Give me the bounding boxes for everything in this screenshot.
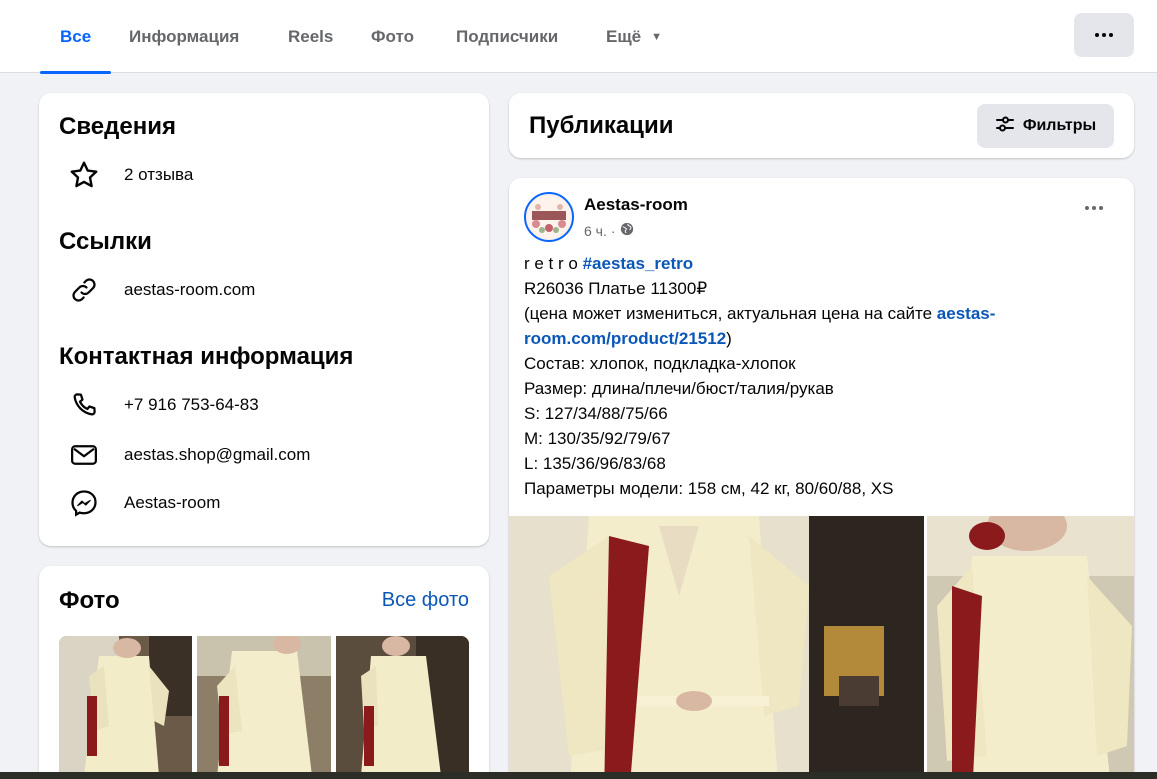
email-row[interactable]: aestas.shop@gmail.com xyxy=(67,437,310,473)
all-photos-link[interactable]: Все фото xyxy=(382,589,469,612)
email-link[interactable]: aestas.shop@gmail.com xyxy=(124,445,310,465)
mail-icon xyxy=(67,438,101,472)
post-text: r e t r o #aestas_retro R26036 Платье 11… xyxy=(524,251,1044,501)
post-line: S: 127/34/88/75/66 xyxy=(524,404,668,423)
post-line: room.com/product/21512) xyxy=(524,326,1044,351)
hashtag-link[interactable]: #aestas_retro xyxy=(583,254,694,273)
post-text-prefix: r e t r o xyxy=(524,254,583,273)
post-line: L: 135/36/96/83/68 xyxy=(524,454,666,473)
tab-label: Фото xyxy=(371,26,414,46)
ellipsis-icon xyxy=(1085,206,1103,210)
messenger-text: Aestas-room xyxy=(124,493,221,512)
post-line-text: ) xyxy=(726,329,732,348)
post-author[interactable]: Aestas-room xyxy=(584,195,688,215)
tab-followers[interactable]: Подписчики xyxy=(456,0,558,73)
tab-photos[interactable]: Фото xyxy=(371,0,414,73)
post-card: Aestas-room 6 ч. · r e t r o #aestas_ret… xyxy=(509,178,1134,779)
filters-label: Фильтры xyxy=(1022,117,1097,134)
phone-icon xyxy=(67,388,101,422)
caret-down-icon: ▼ xyxy=(651,30,663,43)
post-line: Параметры модели: 158 см, 42 кг, 80/60/8… xyxy=(524,479,894,498)
phone-row[interactable]: +7 916 753-64-83 xyxy=(67,387,259,423)
tab-info[interactable]: Информация xyxy=(129,0,239,73)
post-options-button[interactable] xyxy=(1085,206,1103,210)
post-line: Состав: хлопок, подкладка-хлопок xyxy=(524,354,796,373)
filters-button[interactable]: Фильтры xyxy=(977,104,1114,148)
photo-thumbnail-2[interactable] xyxy=(197,636,331,776)
website-link[interactable]: aestas-room.com xyxy=(124,280,255,300)
ellipsis-icon xyxy=(1095,33,1113,37)
link-icon xyxy=(67,273,101,307)
post-line: r e t r o #aestas_retro xyxy=(524,251,1044,276)
reviews-text: 2 отзыва xyxy=(124,165,194,184)
post-line: R26036 Платье 11300₽ xyxy=(524,279,708,298)
tab-more[interactable]: Ещё ▼ xyxy=(606,0,662,73)
product-link[interactable]: aestas- xyxy=(937,304,996,323)
page-tabs-bar: Все Информация Reels Фото Подписчики Ещё… xyxy=(0,0,1157,74)
more-options-button[interactable] xyxy=(1074,13,1134,57)
tab-label: Подписчики xyxy=(456,26,559,46)
post-line: M: 130/35/92/79/67 xyxy=(524,429,671,448)
messenger-icon xyxy=(67,486,101,520)
filters-icon xyxy=(995,114,1015,139)
publications-title: Публикации xyxy=(529,112,674,139)
globe-icon xyxy=(620,222,634,239)
tab-all[interactable]: Все xyxy=(40,0,112,74)
post-avatar[interactable] xyxy=(524,192,574,242)
phone-text: +7 916 753-64-83 xyxy=(124,395,259,414)
product-link-cont[interactable]: room.com/product/21512 xyxy=(524,329,726,348)
active-tab-indicator xyxy=(40,71,112,74)
logo-icon xyxy=(528,196,570,238)
messenger-row[interactable]: Aestas-room xyxy=(67,485,220,521)
website-row[interactable]: aestas-room.com xyxy=(67,272,255,308)
photos-title: Фото xyxy=(59,587,120,614)
tab-label: Reels xyxy=(288,26,334,46)
post-line: Размер: длина/плечи/бюст/талия/рукав xyxy=(524,379,834,398)
post-line: (цена может измениться, актуальная цена … xyxy=(524,301,1044,326)
post-photo-secondary[interactable] xyxy=(927,516,1134,779)
tab-label: Информация xyxy=(129,26,240,46)
meta-separator: · xyxy=(610,222,616,239)
contact-title: Контактная информация xyxy=(59,343,354,370)
post-line-text: (цена может измениться, актуальная цена … xyxy=(524,304,937,323)
photos-card: Фото Все фото xyxy=(39,566,489,779)
tab-label: Ещё xyxy=(606,26,642,46)
details-title: Сведения xyxy=(59,113,176,140)
photo-thumbnail-1[interactable] xyxy=(59,636,192,776)
tab-label: Все xyxy=(60,26,92,46)
post-meta: 6 ч. · xyxy=(584,222,634,239)
post-photo-main[interactable] xyxy=(509,516,924,779)
photo-thumbnail-3[interactable] xyxy=(336,636,469,776)
post-time[interactable]: 6 ч. xyxy=(584,223,607,239)
tab-reels[interactable]: Reels xyxy=(288,0,333,73)
details-card: Сведения 2 отзыва Ссылки aestas-room.com… xyxy=(39,93,489,546)
links-title: Ссылки xyxy=(59,228,152,255)
reviews-row[interactable]: 2 отзыва xyxy=(67,157,193,193)
taskbar-edge xyxy=(0,772,1157,779)
publications-header: Публикации Фильтры xyxy=(509,93,1134,158)
star-icon xyxy=(67,158,101,192)
